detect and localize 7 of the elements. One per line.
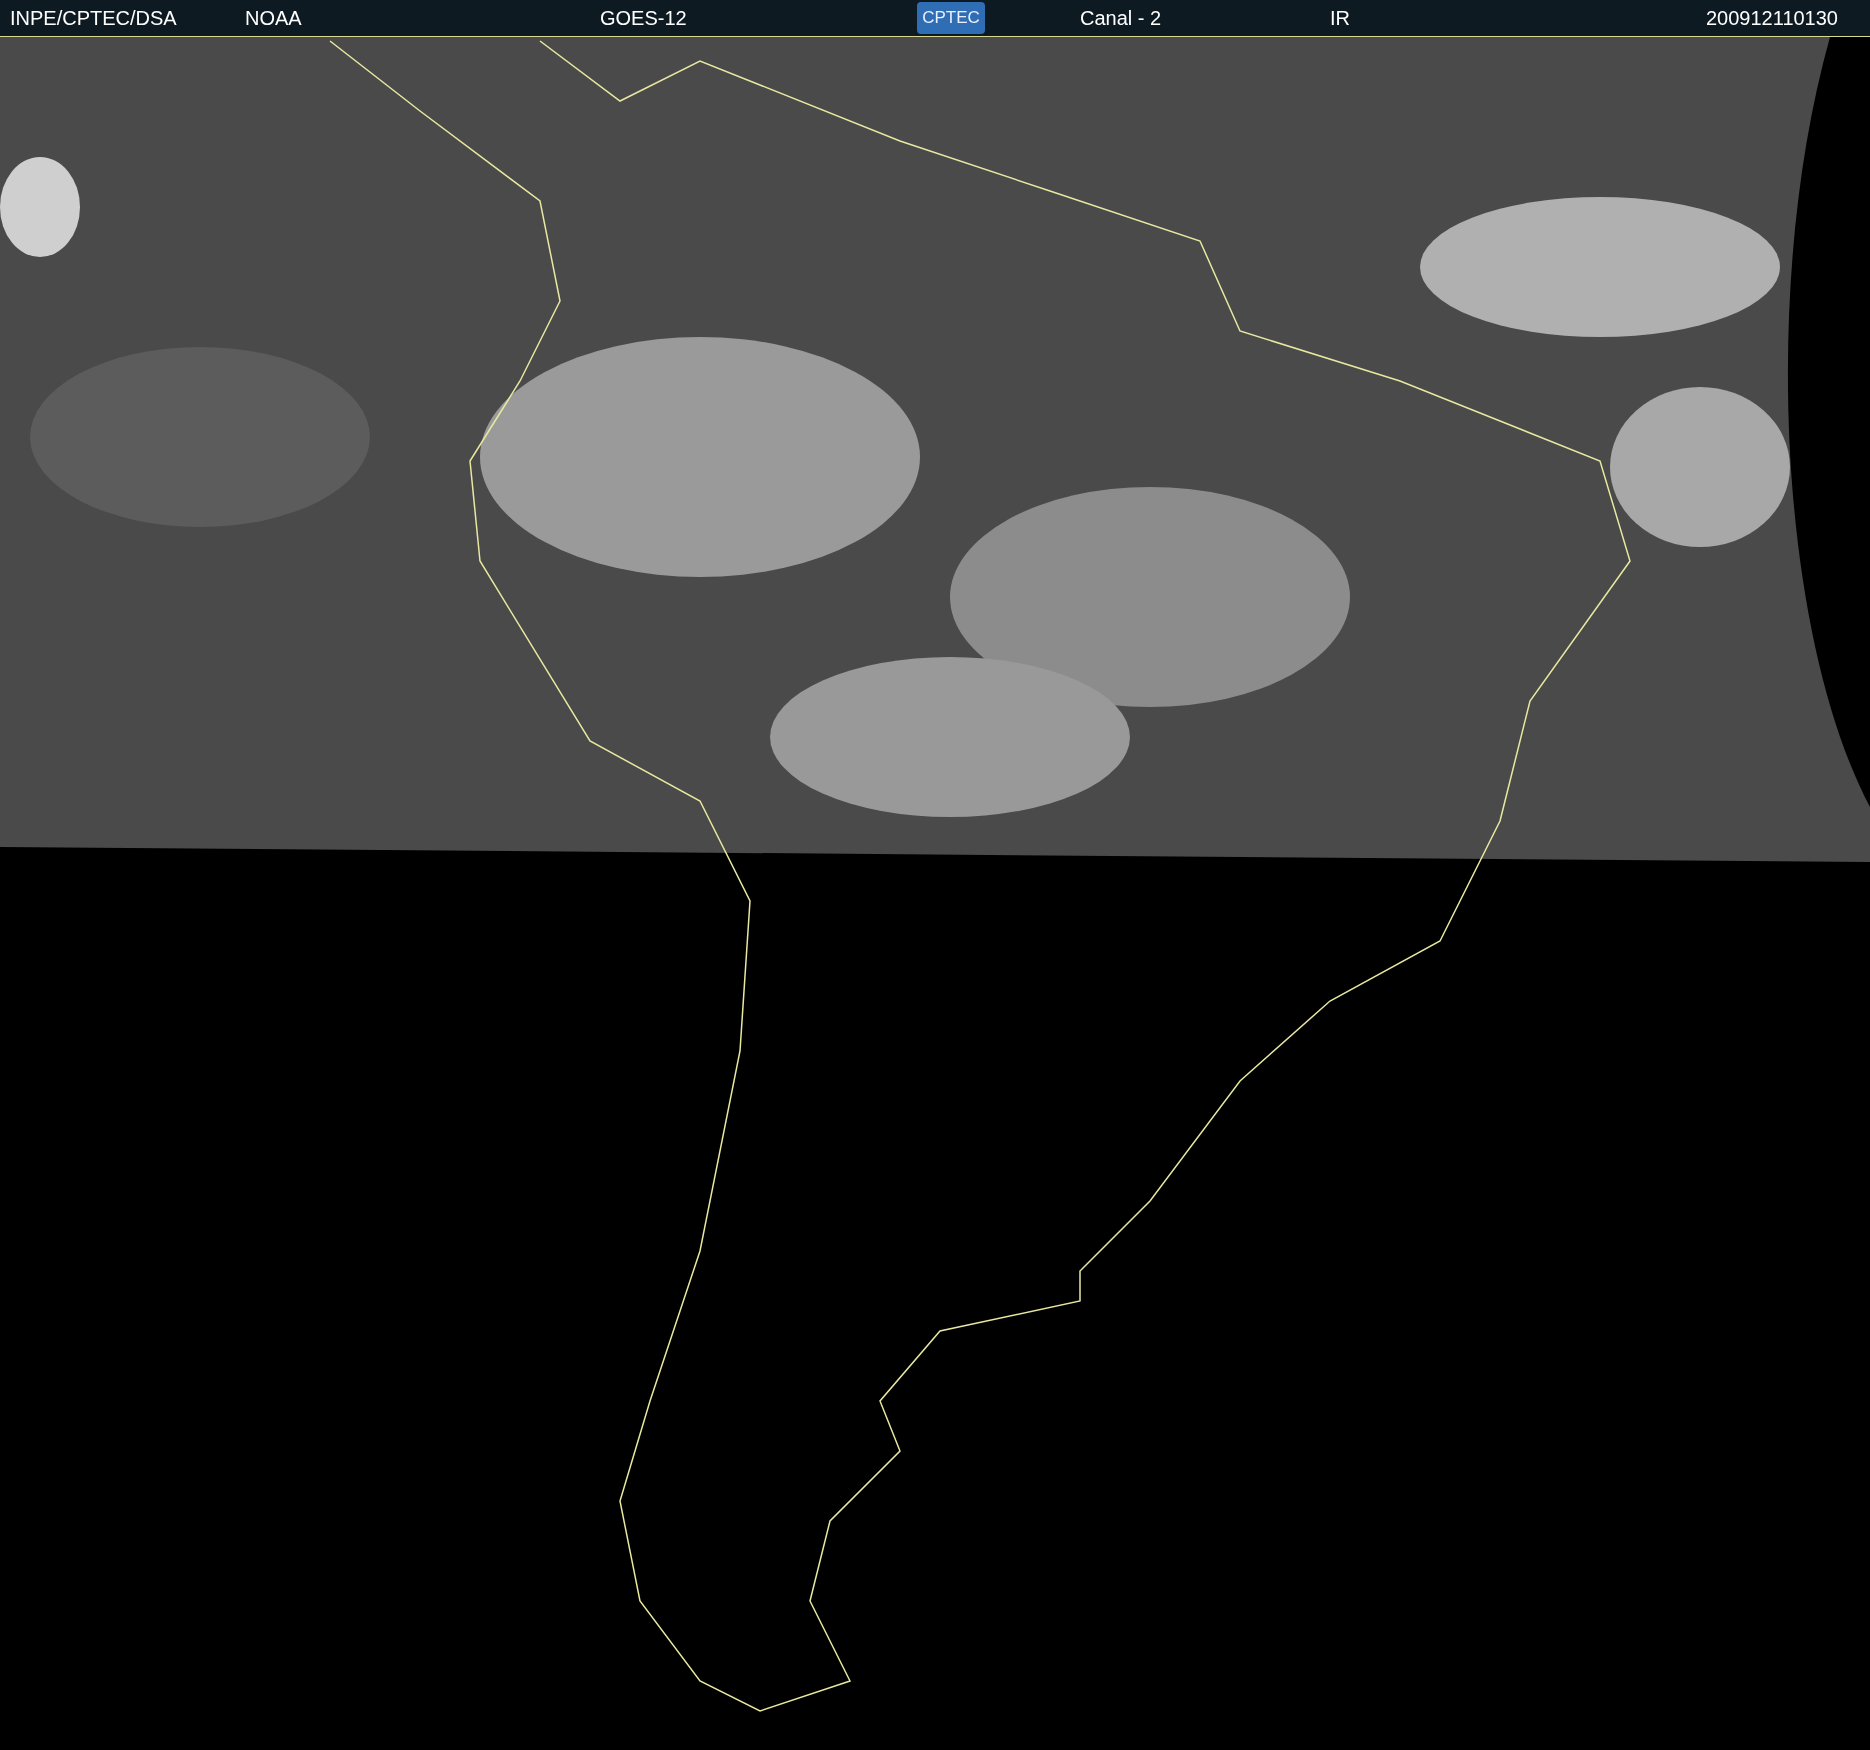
band-label: IR (1330, 6, 1351, 31)
logo: CPTEC (917, 2, 985, 34)
satellite-label: GOES-12 (600, 6, 688, 31)
source-label: INPE/CPTEC/DSA (10, 6, 178, 31)
timestamp-label: 200912110130 (1706, 6, 1838, 31)
agency-label: NOAA (245, 6, 303, 31)
channel-label: Canal - 2 (1080, 6, 1163, 31)
